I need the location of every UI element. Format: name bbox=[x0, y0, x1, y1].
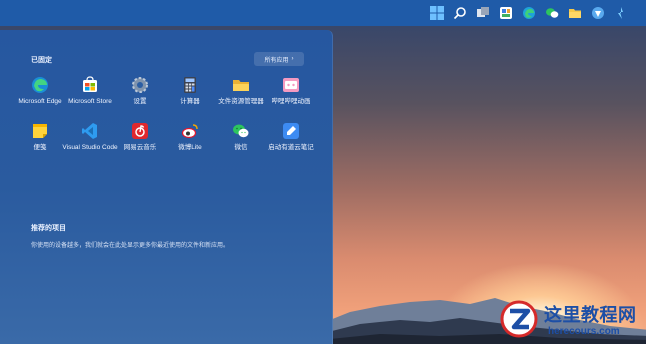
recommended-section-title: 推荐的项目 bbox=[31, 225, 66, 232]
start-menu: 已固定 所有应用 › Microsoft Edge Microsoft Stor… bbox=[0, 30, 333, 344]
weibo-icon bbox=[181, 122, 199, 140]
settings-icon bbox=[131, 76, 149, 94]
search-icon[interactable] bbox=[451, 4, 469, 22]
widgets-icon[interactable] bbox=[497, 4, 515, 22]
calculator-icon bbox=[181, 76, 199, 94]
chevron-right-icon: › bbox=[291, 56, 294, 62]
site-watermark: 这里教程网 herecours.com bbox=[498, 298, 646, 344]
app-tile-bilibili[interactable]: 哔哩哔哩动画 bbox=[261, 76, 321, 106]
sticky-notes-icon bbox=[31, 122, 49, 140]
recommended-description: 你使用的设备越多，我们就会在此处显示更多你最近使用的文件和新应用。 bbox=[31, 243, 230, 249]
pinned-section-title: 已固定 bbox=[31, 57, 52, 64]
netease-music-icon bbox=[131, 122, 149, 140]
windows-start-icon[interactable] bbox=[428, 4, 446, 22]
store-icon bbox=[81, 76, 99, 94]
youdao-note-icon bbox=[282, 122, 300, 140]
all-apps-label: 所有应用 bbox=[264, 57, 289, 64]
edge-icon bbox=[31, 76, 49, 94]
wechat-icon bbox=[232, 122, 250, 140]
edge-icon[interactable] bbox=[520, 4, 538, 22]
vscode-icon bbox=[81, 122, 99, 140]
chat-icon[interactable] bbox=[543, 4, 561, 22]
bilibili-icon bbox=[282, 76, 300, 94]
watermark-url: herecours.com bbox=[548, 326, 620, 337]
all-apps-button[interactable]: 所有应用 › bbox=[254, 52, 304, 66]
site-logo-icon bbox=[500, 300, 538, 338]
file-explorer-icon[interactable] bbox=[566, 4, 584, 22]
app-tile-youdao-note[interactable]: 启动有道云笔记 bbox=[261, 122, 321, 152]
task-view-icon[interactable] bbox=[474, 4, 492, 22]
other-app-icon[interactable] bbox=[612, 4, 630, 22]
app-label: 启动有道云笔记 bbox=[268, 144, 314, 151]
folder-icon bbox=[232, 76, 250, 94]
watermark-title: 这里教程网 bbox=[544, 305, 637, 326]
app-label: 哔哩哔哩动画 bbox=[271, 98, 311, 105]
store-icon[interactable] bbox=[589, 4, 607, 22]
taskbar bbox=[0, 0, 646, 26]
